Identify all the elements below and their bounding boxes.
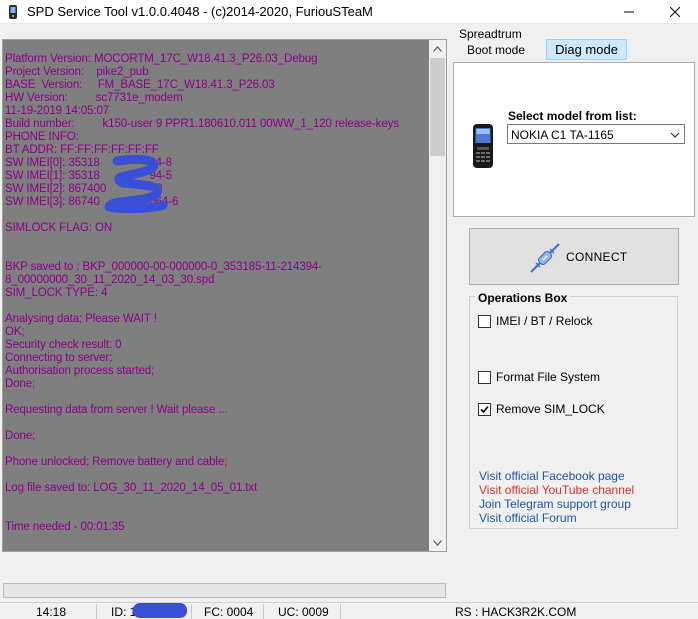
select-model-label: Select model from list: — [508, 109, 637, 123]
log-scrollbar[interactable] — [429, 40, 446, 551]
chevron-up-icon — [433, 45, 442, 52]
window-title: SPD Service Tool v1.0.0.4048 - (c)2014-2… — [27, 4, 373, 19]
log-line: BT ADDR: FF:FF:FF:FF:FF:FF — [5, 144, 159, 156]
youtube-link[interactable]: Visit official YouTube channel — [479, 483, 634, 497]
status-divider — [191, 604, 192, 619]
log-line: Done; — [5, 378, 36, 390]
status-divider — [340, 604, 341, 619]
status-fc: FC: 0004 — [204, 605, 254, 619]
redaction-scribble — [133, 603, 187, 618]
log-line: BKP saved to : BKP_000000-00-000000-0_35… — [5, 261, 322, 273]
log-line: Security check result: 0 — [5, 339, 122, 351]
log-output[interactable]: Platform Version: MOCORTM_17C_W18.41.3_P… — [2, 39, 447, 552]
plug-connector-icon — [530, 243, 560, 273]
status-uc: UC: 0009 — [278, 605, 329, 619]
log-line: Analysing data; Please WAIT ! — [5, 313, 157, 325]
log-line: SW IMEI[2]: 867400 -8 — [5, 183, 163, 195]
status-divider — [96, 604, 97, 619]
progress-bar — [3, 583, 446, 598]
status-divider — [263, 604, 264, 619]
redaction-scribble — [104, 155, 168, 213]
option-imei-bt-relock[interactable]: IMEI / BT / Relock — [478, 313, 592, 329]
connect-button[interactable]: CONNECT — [469, 228, 679, 285]
chevron-down-icon — [433, 539, 442, 546]
option-format-file-system[interactable]: Format File System — [478, 369, 600, 385]
app-icon — [9, 5, 17, 19]
log-line: Connecting to server; — [5, 352, 113, 364]
scroll-up-button[interactable] — [429, 40, 446, 57]
log-line: Log file saved to: LOG_30_11_2020_14_05_… — [5, 482, 258, 494]
chevron-down-icon — [670, 132, 680, 138]
status-bar: 14:18 ID: 11 FC: 0004 UC: 0009 RS : HACK… — [0, 602, 698, 619]
log-line: Authorisation process started; — [5, 365, 155, 377]
option-label: Format File System — [496, 370, 601, 384]
option-remove-sim-lock[interactable]: Remove SIM_LOCK — [478, 401, 605, 417]
minimize-button[interactable] — [606, 0, 652, 24]
close-icon — [670, 7, 680, 17]
log-line: 11-19-2019 14:05:07 — [5, 105, 110, 117]
forum-link[interactable]: Visit official Forum — [479, 511, 577, 525]
connect-button-label: CONNECT — [566, 250, 628, 264]
log-line: 8_00000000_30_11_2020_14_03_30.spd — [5, 274, 215, 286]
close-button[interactable] — [652, 0, 698, 24]
log-line: SIM_LOCK TYPE: 4 — [5, 287, 108, 299]
log-line: BASE Version: FM_BASE_17C_W18.41.3_P26.0… — [5, 79, 275, 91]
checkmark-icon — [480, 405, 489, 413]
status-time: 14:18 — [36, 605, 67, 619]
log-line: Platform Version: MOCORTM_17C_W18.41.3_P… — [5, 53, 318, 65]
log-line: PHONE INFO: — [5, 131, 79, 143]
imei-bt-relock-checkbox[interactable] — [478, 314, 491, 328]
log-line: Done; — [5, 430, 36, 442]
log-line: Requesting data from server ! Wait pleas… — [5, 404, 228, 416]
facebook-link[interactable]: Visit official Facebook page — [479, 469, 625, 483]
log-line: Phone unlocked; Remove battery and cable… — [5, 456, 228, 468]
scroll-thumb[interactable] — [430, 58, 445, 156]
log-line: SW IMEI[0]: 35318 94-8 — [5, 157, 172, 169]
operations-box-title: Operations Box — [475, 291, 571, 305]
log-line: SW IMEI[3]: 86740 064-6 — [5, 196, 179, 208]
tab-diag-mode[interactable]: Diag mode — [546, 39, 627, 60]
log-line: HW Version: sc7731e_modem — [5, 92, 183, 104]
model-selection-box: Select model from list: NOKIA C1 TA-1165 — [453, 62, 695, 217]
log-text: Platform Version: MOCORTM_17C_W18.41.3_P… — [5, 53, 430, 534]
phone-icon — [473, 124, 493, 168]
scroll-down-button[interactable] — [429, 534, 446, 551]
log-line: SW IMEI[1]: 35318 94-5 — [5, 170, 172, 182]
operations-box: Operations Box IMEI / BT / Relock Format… — [469, 291, 678, 529]
status-rs: RS : HACK3R2K.COM — [455, 605, 577, 619]
format-file-system-checkbox[interactable] — [478, 370, 491, 384]
log-line: OK; — [5, 326, 25, 338]
log-line: Build number: k150-user 9 PPR1.180610.01… — [5, 118, 399, 130]
telegram-link[interactable]: Join Telegram support group — [479, 497, 631, 511]
remove-sim-lock-checkbox[interactable] — [478, 402, 491, 416]
model-dropdown-value: NOKIA C1 TA-1165 — [511, 128, 614, 142]
minimize-icon — [624, 11, 634, 13]
title-bar: SPD Service Tool v1.0.0.4048 - (c)2014-2… — [0, 0, 698, 24]
log-line: Time needed - 00:01:35 — [5, 521, 125, 533]
platform-group-label: Spreadtrum — [459, 27, 522, 41]
option-label: Remove SIM_LOCK — [496, 402, 605, 416]
tab-boot-mode[interactable]: Boot mode — [461, 40, 531, 60]
log-line: Project Version: pike2_pub — [5, 66, 149, 78]
option-label: IMEI / BT / Relock — [496, 314, 593, 328]
model-dropdown[interactable]: NOKIA C1 TA-1165 — [507, 124, 685, 144]
log-line: SIMLOCK FLAG: ON — [5, 222, 113, 234]
